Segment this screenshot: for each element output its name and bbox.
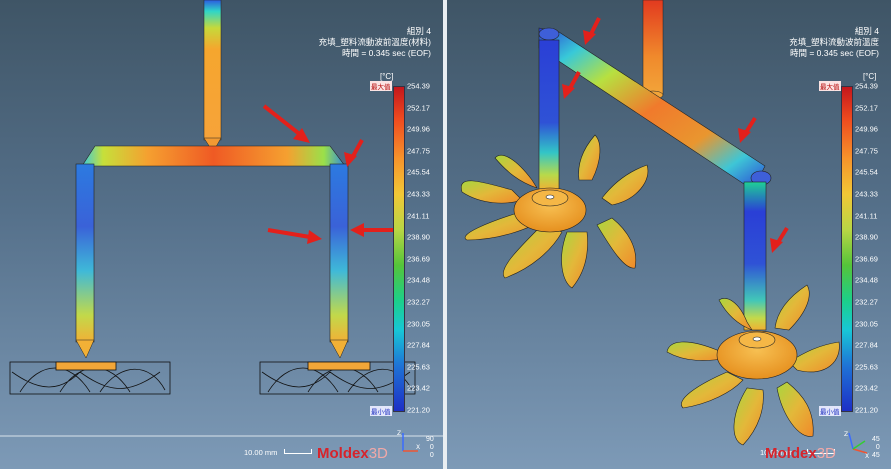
legend-tick-label: 227.84 <box>407 340 430 350</box>
legend-tick-label: 227.84 <box>855 340 878 350</box>
svg-text:Z: Z <box>397 430 401 437</box>
legend-unit: [°C] <box>380 72 394 81</box>
legend-tick-label: 247.75 <box>407 146 430 156</box>
legend-tick-label: 245.54 <box>407 167 430 177</box>
legend-tick-label: 245.54 <box>855 167 878 177</box>
main-runner <box>81 145 346 167</box>
legend-tick-label: 223.42 <box>855 383 878 393</box>
temperature-color-bar <box>841 86 853 412</box>
legend-tick-label: 230.05 <box>855 319 878 329</box>
temperature-color-bar <box>393 86 405 412</box>
view-angles: 45 0 45 <box>872 436 880 459</box>
group-label: 組別 4 <box>854 26 879 36</box>
legend-tick-label: 234.48 <box>855 275 878 285</box>
arrow-indicator-icon <box>267 228 322 244</box>
time-label: 時間 = 0.345 sec (EOF) <box>341 48 431 58</box>
svg-text:Z: Z <box>844 431 848 438</box>
left-arrows <box>262 104 394 244</box>
legend-tick-label: 232.27 <box>407 297 430 307</box>
legend-tick-label: 238.90 <box>855 232 878 242</box>
arrow-indicator-icon <box>262 104 310 143</box>
legend-tick-label: 254.39 <box>855 81 878 91</box>
legend-tick-label: 243.33 <box>407 189 430 199</box>
left-result-header: 組別 4 充填_塑料流動波前溫度(材料) 時間 = 0.345 sec (EOF… <box>319 26 431 59</box>
right-3d-model <box>460 0 840 446</box>
result-type-label: 充填_塑料流動波前溫度 <box>789 37 879 47</box>
right-fan-wireframe <box>259 361 416 395</box>
moldex-logo: Moldex3D <box>317 445 388 462</box>
svg-text:X: X <box>416 444 420 451</box>
axis-triad-icon: Z X <box>397 430 420 452</box>
arrow-indicator-icon <box>350 223 394 237</box>
legend-tick-label: 236.69 <box>855 254 878 264</box>
right-result-header: 組別 4 充填_塑料流動波前溫度 時間 = 0.345 sec (EOF) <box>789 26 879 59</box>
left-drop <box>75 163 95 343</box>
sprue <box>203 0 222 141</box>
legend-tick-label: 234.48 <box>407 275 430 285</box>
legend-tick-label: 236.69 <box>407 254 430 264</box>
scale-bar <box>284 449 312 454</box>
group-label: 組別 4 <box>406 26 431 36</box>
legend-tick-label: 221.20 <box>407 405 430 415</box>
legend-unit: [°C] <box>863 72 877 81</box>
screenshot-root: 組別 4 充填_塑料流動波前溫度(材料) 時間 = 0.345 sec (EOF… <box>0 0 891 469</box>
view-angles: 90 0 0 <box>426 436 434 459</box>
legend-tick-label: 230.05 <box>407 319 430 329</box>
right-vertical-runner <box>743 181 767 331</box>
max-value-label: 最大值 <box>819 81 841 91</box>
min-value-label: 最小值 <box>370 406 392 416</box>
right-drop-tip <box>329 339 349 359</box>
legend-tick-label: 238.90 <box>407 232 430 242</box>
legend-tick-label: 225.63 <box>407 362 430 372</box>
arrow-indicator-icon <box>583 17 601 45</box>
left-vertical-runner <box>538 39 560 191</box>
scale-text: 10.00 mm <box>244 448 278 457</box>
axis-triad-icon: Z X <box>844 431 869 459</box>
arrow-indicator-icon <box>738 116 757 143</box>
legend-tick-label: 241.11 <box>855 211 878 221</box>
sprue <box>642 0 664 96</box>
legend-tick-label: 252.17 <box>407 103 430 113</box>
moldex-logo: Moldex3D <box>765 445 836 462</box>
left-runner-model <box>0 0 443 437</box>
legend-tick-label: 254.39 <box>407 81 430 91</box>
legend-tick-label: 232.27 <box>855 297 878 307</box>
left-viewport[interactable]: 組別 4 充填_塑料流動波前溫度(材料) 時間 = 0.345 sec (EOF… <box>0 0 443 469</box>
result-type-label: 充填_塑料流動波前溫度(材料) <box>318 37 431 47</box>
legend-tick-label: 249.96 <box>855 124 878 134</box>
legend-ticks: 254.39 252.17 249.96 247.75 245.54 243.33 241.… <box>855 82 889 415</box>
legend-tick-label: 243.33 <box>855 189 878 199</box>
legend-tick-label: 223.42 <box>407 383 430 393</box>
legend-ticks: 254.39 252.17 249.96 247.75 245.54 243.33 241.… <box>407 82 441 415</box>
svg-text:X: X <box>865 453 869 459</box>
left-fan-wireframe <box>9 361 171 395</box>
legend-tick-label: 247.75 <box>855 146 878 156</box>
legend-tick-label: 241.11 <box>407 211 430 221</box>
right-drop <box>329 163 349 343</box>
left-drop-tip <box>75 339 95 359</box>
arrow-indicator-icon <box>770 226 789 253</box>
time-label: 時間 = 0.345 sec (EOF) <box>789 48 879 58</box>
arrow-indicator-icon <box>562 71 581 99</box>
min-value-label: 最小值 <box>819 406 841 416</box>
right-viewport[interactable]: 組別 4 充填_塑料流動波前溫度 時間 = 0.345 sec (EOF) [°… <box>447 0 891 469</box>
max-value-label: 最大值 <box>370 81 392 91</box>
arrow-indicator-icon <box>344 139 364 167</box>
legend-tick-label: 225.63 <box>855 362 878 372</box>
legend-tick-label: 252.17 <box>855 103 878 113</box>
legend-tick-label: 249.96 <box>407 124 430 134</box>
legend-tick-label: 221.20 <box>855 405 878 415</box>
